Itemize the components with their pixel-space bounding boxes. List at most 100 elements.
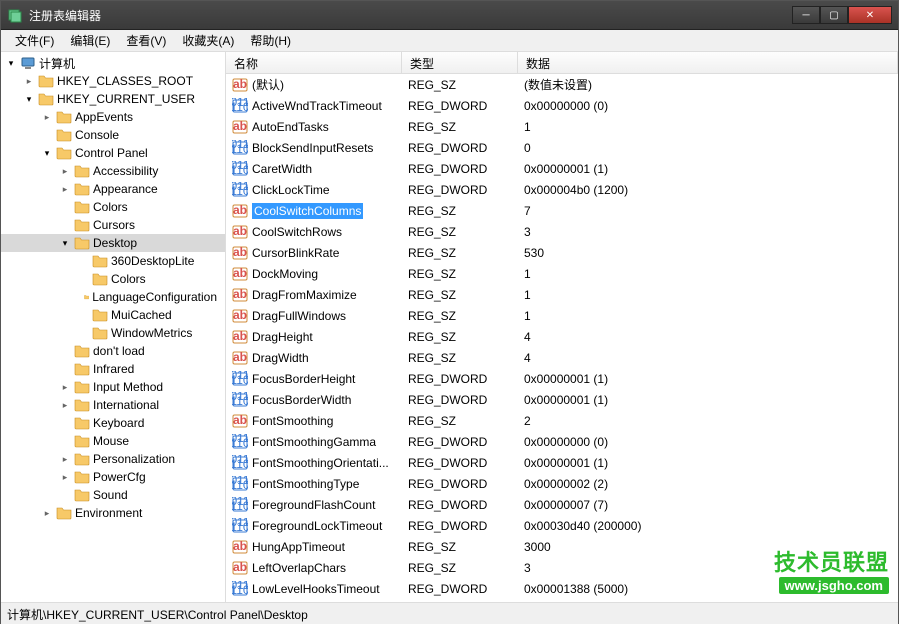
tree-item[interactable]: MuiCached [1, 306, 225, 324]
value-data-cell: 0 [518, 141, 898, 155]
list-row[interactable]: DockMovingREG_SZ1 [226, 263, 898, 284]
tree-item[interactable]: Infrared [1, 360, 225, 378]
tree-item-label: HKEY_CLASSES_ROOT [57, 74, 193, 88]
list-row[interactable]: CursorBlinkRateREG_SZ530 [226, 242, 898, 263]
folder-icon [74, 433, 90, 449]
value-name-cell: DragWidth [226, 350, 402, 366]
list-row[interactable]: DragHeightREG_SZ4 [226, 326, 898, 347]
list-header[interactable]: 名称 类型 数据 [226, 52, 898, 74]
close-button[interactable]: ✕ [848, 6, 892, 24]
expand-arrow-icon[interactable]: ▸ [59, 184, 71, 195]
list-row[interactable]: FocusBorderWidthREG_DWORD0x00000001 (1) [226, 389, 898, 410]
tree-item-label: don't load [93, 344, 145, 358]
string-value-icon [232, 77, 248, 93]
tree-item[interactable]: 360DesktopLite [1, 252, 225, 270]
tree-item[interactable]: Keyboard [1, 414, 225, 432]
binary-value-icon [232, 140, 248, 156]
expand-arrow-icon[interactable]: ▸ [59, 382, 71, 393]
list-row[interactable]: DragWidthREG_SZ4 [226, 347, 898, 368]
tree-item[interactable]: ▸Environment [1, 504, 225, 522]
tree-item[interactable]: ▸Appearance [1, 180, 225, 198]
column-data[interactable]: 数据 [518, 52, 898, 73]
string-value-icon [232, 308, 248, 324]
tree-item[interactable]: ▸International [1, 396, 225, 414]
tree-item[interactable]: WindowMetrics [1, 324, 225, 342]
tree-item[interactable]: ▾Desktop [1, 234, 225, 252]
list-row[interactable]: AutoEndTasksREG_SZ1 [226, 116, 898, 137]
menu-edit[interactable]: 编辑(E) [62, 30, 118, 51]
tree-item[interactable]: Cursors [1, 216, 225, 234]
folder-icon [74, 451, 90, 467]
list-row[interactable]: CaretWidthREG_DWORD0x00000001 (1) [226, 158, 898, 179]
value-data-cell: (数值未设置) [518, 76, 898, 93]
tree-item[interactable]: LanguageConfiguration [1, 288, 225, 306]
folder-icon [74, 469, 90, 485]
column-type[interactable]: 类型 [402, 52, 518, 73]
list-row[interactable]: ForegroundLockTimeoutREG_DWORD0x00030d40… [226, 515, 898, 536]
list-row[interactable]: FocusBorderHeightREG_DWORD0x00000001 (1) [226, 368, 898, 389]
expand-arrow-icon[interactable]: ▾ [5, 58, 17, 69]
expand-arrow-icon[interactable]: ▸ [41, 508, 53, 519]
maximize-button[interactable]: ▢ [820, 6, 848, 24]
list-row[interactable]: CoolSwitchColumnsREG_SZ7 [226, 200, 898, 221]
expand-arrow-icon[interactable]: ▸ [41, 112, 53, 123]
binary-value-icon [232, 182, 248, 198]
list-row[interactable]: ForegroundFlashCountREG_DWORD0x00000007 … [226, 494, 898, 515]
value-data-cell: 3 [518, 561, 898, 575]
list-row[interactable]: FontSmoothingTypeREG_DWORD0x00000002 (2) [226, 473, 898, 494]
expand-arrow-icon[interactable]: ▾ [41, 148, 53, 159]
expand-arrow-icon[interactable]: ▸ [59, 472, 71, 483]
value-data-cell: 0x00001388 (5000) [518, 582, 898, 596]
tree-item[interactable]: ▸PowerCfg [1, 468, 225, 486]
list-panel: 名称 类型 数据 (默认)REG_SZ(数值未设置)ActiveWndTrack… [226, 52, 898, 602]
tree-item[interactable]: Console [1, 126, 225, 144]
expand-arrow-icon[interactable]: ▸ [59, 400, 71, 411]
tree-item[interactable]: ▸Input Method [1, 378, 225, 396]
tree-item[interactable]: don't load [1, 342, 225, 360]
list-row[interactable]: ClickLockTimeREG_DWORD0x000004b0 (1200) [226, 179, 898, 200]
list-row[interactable]: DragFromMaximizeREG_SZ1 [226, 284, 898, 305]
tree-item[interactable]: ▸ HKEY_CLASSES_ROOT [1, 72, 225, 90]
menu-favorites[interactable]: 收藏夹(A) [174, 30, 242, 51]
menu-view[interactable]: 查看(V) [118, 30, 174, 51]
string-value-icon [232, 119, 248, 135]
tree-item[interactable]: ▸Accessibility [1, 162, 225, 180]
tree-item[interactable]: Sound [1, 486, 225, 504]
expand-arrow-icon[interactable]: ▸ [59, 166, 71, 177]
list-row[interactable]: FontSmoothingOrientati...REG_DWORD0x0000… [226, 452, 898, 473]
list-row[interactable]: LowLevelHooksTimeoutREG_DWORD0x00001388 … [226, 578, 898, 599]
expand-arrow-icon[interactable]: ▸ [59, 454, 71, 465]
menu-help[interactable]: 帮助(H) [242, 30, 299, 51]
list-row[interactable]: LeftOverlapCharsREG_SZ3 [226, 557, 898, 578]
tree-panel[interactable]: ▾计算机 ▸ HKEY_CLASSES_ROOT ▾HKEY_CURRENT_USER… [1, 52, 226, 602]
tree-item[interactable]: Colors [1, 270, 225, 288]
list-row[interactable]: FontSmoothingGammaREG_DWORD0x00000000 (0… [226, 431, 898, 452]
list-row[interactable]: BlockSendInputResetsREG_DWORD0 [226, 137, 898, 158]
tree-item[interactable]: ▸AppEvents [1, 108, 225, 126]
expand-arrow-icon[interactable]: ▾ [23, 94, 35, 105]
tree-item[interactable]: ▾Control Panel [1, 144, 225, 162]
tree-item[interactable]: ▾HKEY_CURRENT_USER [1, 90, 225, 108]
folder-icon [74, 415, 90, 431]
tree-item[interactable]: Colors [1, 198, 225, 216]
expand-arrow-icon[interactable]: ▸ [23, 76, 35, 87]
column-name[interactable]: 名称 [226, 52, 402, 73]
value-data-cell: 1 [518, 120, 898, 134]
tree-item[interactable]: Mouse [1, 432, 225, 450]
value-type-cell: REG_DWORD [402, 183, 518, 197]
menu-file[interactable]: 文件(F) [7, 30, 62, 51]
list-row[interactable]: HungAppTimeoutREG_SZ3000 [226, 536, 898, 557]
expand-arrow-icon[interactable]: ▾ [59, 238, 71, 249]
list-row[interactable]: ActiveWndTrackTimeoutREG_DWORD0x00000000… [226, 95, 898, 116]
list-row[interactable]: (默认)REG_SZ(数值未设置) [226, 74, 898, 95]
tree-item[interactable]: ▾计算机 [1, 54, 225, 72]
value-type-cell: REG_SZ [402, 204, 518, 218]
string-value-icon [232, 266, 248, 282]
minimize-button[interactable]: ─ [792, 6, 820, 24]
list-row[interactable]: FontSmoothingREG_SZ2 [226, 410, 898, 431]
tree-item[interactable]: ▸Personalization [1, 450, 225, 468]
binary-value-icon [232, 581, 248, 597]
list-row[interactable]: DragFullWindowsREG_SZ1 [226, 305, 898, 326]
list-body[interactable]: (默认)REG_SZ(数值未设置)ActiveWndTrackTimeoutRE… [226, 74, 898, 602]
list-row[interactable]: CoolSwitchRowsREG_SZ3 [226, 221, 898, 242]
